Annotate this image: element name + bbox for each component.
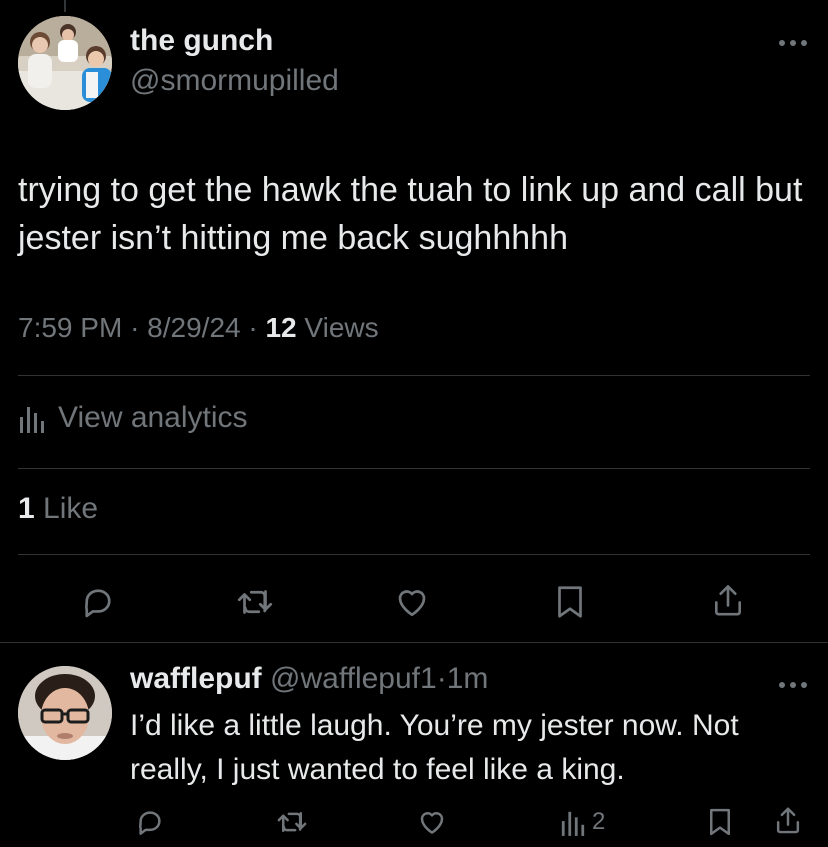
likes-summary[interactable]: 1 Like	[18, 492, 98, 526]
heart-icon	[398, 590, 426, 617]
reply-bookmark-button[interactable]	[704, 804, 736, 840]
more-options-button[interactable]	[776, 28, 810, 58]
retweet-button[interactable]	[230, 582, 280, 622]
reply-bubble-icon	[85, 589, 111, 618]
divider	[18, 375, 810, 376]
reply-share-button[interactable]	[770, 802, 806, 840]
divider	[0, 642, 828, 643]
reply-bubble-icon	[139, 811, 161, 835]
views-count: 12	[265, 312, 297, 343]
bar-chart-icon	[20, 407, 44, 433]
reply-avatar-photo-image	[18, 666, 112, 760]
likes-label: Like	[43, 492, 99, 525]
reply-views-button[interactable]: 2	[560, 804, 620, 840]
author-name[interactable]: the gunch	[130, 24, 273, 58]
divider	[18, 468, 810, 469]
avatar-photo-image	[18, 16, 112, 110]
divider	[18, 554, 810, 555]
view-analytics-button[interactable]: View analytics	[18, 398, 248, 438]
reply-retweet-button[interactable]	[272, 804, 312, 840]
reply-author-handle[interactable]: @wafflepuf1	[270, 662, 437, 695]
bookmark-button[interactable]	[550, 582, 590, 622]
reply-author-name[interactable]: wafflepuf	[130, 662, 262, 695]
meta-separator: ·	[130, 312, 140, 343]
likes-count: 1	[18, 492, 35, 525]
reply-views-count: 2	[592, 808, 606, 835]
views-label: Views	[304, 312, 379, 343]
heart-icon	[420, 812, 444, 834]
more-dots-icon	[779, 682, 807, 688]
tweet-time[interactable]: 7:59 PM	[18, 312, 122, 343]
like-button[interactable]	[390, 582, 434, 622]
reply-button[interactable]	[76, 582, 120, 622]
author-handle[interactable]: @smormupilled	[130, 64, 339, 98]
share-icon	[776, 807, 800, 834]
bookmark-icon	[710, 808, 730, 836]
reply-more-options-button[interactable]	[776, 670, 810, 700]
reply-header: wafflepuf @wafflepuf1·1m	[130, 662, 488, 696]
thread-connector-line	[64, 0, 66, 12]
reply-separator: ·	[436, 662, 447, 695]
retweet-icon	[237, 590, 273, 614]
meta-separator: ·	[248, 312, 258, 343]
share-button[interactable]	[706, 580, 750, 622]
tweet-meta: 7:59 PM · 8/29/24 · 12 Views	[18, 312, 379, 344]
bar-chart-icon	[561, 811, 585, 836]
reply-author-avatar[interactable]	[18, 666, 112, 760]
reply-text: I’d like a little laugh. You’re my jeste…	[130, 709, 739, 786]
share-icon	[714, 585, 742, 616]
reply-reply-button[interactable]	[132, 804, 168, 840]
reply-like-button[interactable]	[414, 804, 450, 840]
more-dots-icon	[779, 40, 807, 46]
author-avatar[interactable]	[18, 16, 112, 110]
bookmark-icon	[558, 586, 582, 618]
reply-age[interactable]: 1m	[447, 662, 489, 695]
retweet-icon	[277, 812, 307, 832]
tweet-date[interactable]: 8/29/24	[147, 312, 240, 343]
view-analytics-label: View analytics	[58, 401, 248, 434]
tweet-text: trying to get the hawk the tuah to link …	[18, 171, 803, 257]
